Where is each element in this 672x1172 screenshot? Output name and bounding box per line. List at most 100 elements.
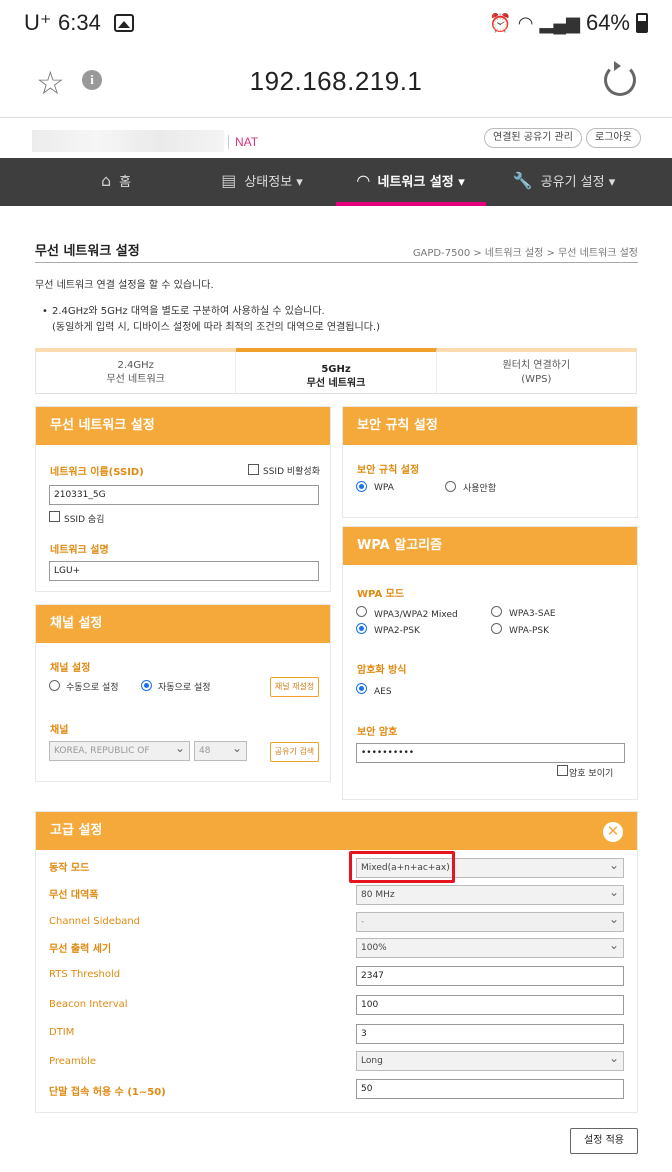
ssid-disable-label: SSID 비활성화: [263, 467, 320, 477]
nav-router-settings[interactable]: 🔧 공유기 설정 ▾: [502, 158, 626, 206]
breadcrumb: GAPD-7500 > 네트워크 설정 > 무선 네트워크 설정: [412, 248, 638, 259]
apply-settings-button[interactable]: 설정 적용: [570, 1128, 638, 1154]
bandwidth-select[interactable]: 80 MHz: [356, 883, 624, 905]
rts-threshold-input[interactable]: 2347: [356, 966, 624, 986]
wpa-psk-label: WPA-PSK: [509, 626, 549, 636]
page-content: 무선 네트워크 설정 GAPD-7500 > 네트워크 설정 > 무선 네트워크…: [0, 206, 672, 1172]
preamble-select[interactable]: Long: [356, 1049, 624, 1071]
ssid-input[interactable]: 210331_5G: [49, 485, 319, 505]
adv-label-beacon: Beacon Interval: [49, 999, 128, 1010]
tab-wps[interactable]: 원터치 연결하기 (WPS): [437, 352, 636, 393]
wpa-algorithm-panel: WPA 알고리즘 WPA 모드 WPA3/WPA2 Mixed WPA3-SAE…: [342, 526, 638, 800]
router-search-button[interactable]: 공유기 검색: [270, 742, 319, 762]
ssid-hide-label: SSID 숨김: [64, 515, 105, 525]
adv-label-mode: 동작 모드: [49, 863, 90, 874]
gallery-notification-icon: [114, 14, 134, 32]
home-icon: ⌂: [100, 171, 112, 190]
security-none-radio[interactable]: [445, 481, 456, 492]
wpa2-psk-label: WPA2-PSK: [374, 626, 420, 636]
dtim-input[interactable]: 3: [356, 1024, 624, 1044]
tab-5ghz[interactable]: 5GHz 무선 네트워크: [236, 348, 437, 393]
blurred-device-name: [32, 130, 224, 152]
channel-panel: 채널 설정 채널 설정 수동으로 설정 자동으로 설정 채널 재설정 채널 KO…: [35, 604, 331, 782]
adv-label-dtim: DTIM: [49, 1027, 75, 1038]
channel-label: 채널: [50, 725, 69, 736]
channel-manual-label: 수동으로 설정: [66, 683, 119, 693]
close-icon[interactable]: ✕: [603, 822, 623, 842]
carrier-label: U⁺: [24, 10, 52, 35]
channel-reset-button[interactable]: 채널 재설정: [270, 677, 319, 697]
adv-label-preamble: Preamble: [49, 1056, 97, 1067]
nav-home[interactable]: ⌂ 홈: [74, 158, 158, 206]
security-panel-header: 보안 규칙 설정: [343, 407, 637, 445]
channel-auto-radio[interactable]: [141, 680, 152, 691]
status-bar: U⁺ 6:34 ⏰ ◠ ▂▄▆ 64%: [0, 0, 672, 50]
channel-auto-label: 자동으로 설정: [158, 683, 211, 693]
security-rule-label: 보안 규칙 설정: [357, 465, 420, 476]
country-select[interactable]: KOREA, REPUBLIC OF: [49, 739, 190, 761]
channel-panel-header: 채널 설정: [36, 605, 330, 643]
adv-label-max-clients: 단말 접속 허용 수 (1~50): [49, 1087, 166, 1098]
wpa3-sae-radio[interactable]: [491, 606, 502, 617]
highlight-box: [349, 851, 455, 883]
adv-label-sideband: Channel Sideband: [49, 916, 141, 927]
title-divider: [35, 262, 638, 263]
wireless-panel-header: 무선 네트워크 설정: [36, 407, 330, 445]
wpa-panel-header: WPA 알고리즘: [343, 527, 637, 565]
password-input[interactable]: ••••••••••: [356, 743, 625, 763]
reload-icon[interactable]: [604, 61, 636, 96]
nav-network-settings[interactable]: ◠ 네트워크 설정 ▾: [336, 158, 486, 206]
max-clients-input[interactable]: 50: [356, 1079, 624, 1099]
router-header: NAT 연결된 공유기 관리 로그아웃: [0, 118, 672, 158]
adv-label-bandwidth: 무선 대역폭: [49, 890, 99, 901]
cell-signal-icon: ▂▄▆: [539, 12, 580, 33]
main-nav: ⌂ 홈 ▤ 상태정보 ▾ ◠ 네트워크 설정 ▾ 🔧 공유기 설정 ▾: [0, 158, 672, 206]
wireless-network-panel: 무선 네트워크 설정 네트워크 이름(SSID) SSID 비활성화 21033…: [35, 406, 331, 592]
battery-icon: [636, 13, 648, 33]
network-desc-input[interactable]: LGU+: [49, 561, 319, 581]
wrench-icon: 🔧: [512, 171, 533, 190]
band-tabs: 2.4GHz 무선 네트워크 5GHz 무선 네트워크 원터치 연결하기 (WPS): [35, 348, 637, 394]
alarm-icon: ⏰: [489, 12, 512, 33]
page-title: 무선 네트워크 설정: [35, 244, 140, 259]
encryption-label: 암호화 방식: [357, 665, 407, 676]
password-label: 보안 암호: [357, 727, 398, 738]
aes-radio[interactable]: [356, 683, 367, 694]
wifi-signal-icon: ◠: [517, 12, 534, 33]
clock: 6:34: [58, 10, 101, 35]
aes-label: AES: [374, 687, 392, 697]
security-wpa-radio[interactable]: [356, 481, 367, 492]
channel-select[interactable]: 48: [194, 739, 247, 761]
ssid-hide-checkbox[interactable]: [49, 511, 60, 522]
ssid-disable-checkbox[interactable]: [248, 464, 259, 475]
wifi-icon: ◠: [357, 171, 370, 190]
tab-2-4ghz[interactable]: 2.4GHz 무선 네트워크: [36, 352, 237, 393]
network-desc-label: 네트워크 설명: [50, 545, 109, 556]
wpa3-wpa2-mixed-radio[interactable]: [356, 606, 367, 617]
wpa3-wpa2-mixed-label: WPA3/WPA2 Mixed: [374, 610, 458, 620]
nav-status[interactable]: ▤ 상태정보 ▾: [206, 158, 318, 206]
document-icon: ▤: [221, 171, 237, 190]
beacon-interval-input[interactable]: 100: [356, 995, 624, 1015]
battery-percent: 64%: [585, 10, 630, 35]
url-text[interactable]: 192.168.219.1: [0, 66, 672, 97]
wpa2-psk-radio[interactable]: [356, 623, 367, 634]
wpa3-sae-label: WPA3-SAE: [509, 609, 556, 619]
channel-setting-label: 채널 설정: [50, 663, 91, 674]
logout-button[interactable]: 로그아웃: [586, 128, 641, 148]
page-description: 무선 네트워크 연결 설정을 할 수 있습니다.: [35, 280, 214, 291]
advanced-panel-header: 고급 설정 ✕: [36, 812, 637, 850]
connected-router-manage-button[interactable]: 연결된 공유기 관리: [484, 128, 582, 148]
band-note: 2.4GHz와 5GHz 대역을 별도로 구분하여 사용하실 수 있습니다. (…: [42, 304, 380, 336]
adv-label-rts: RTS Threshold: [49, 969, 121, 980]
ssid-label: 네트워크 이름(SSID): [50, 467, 144, 478]
wpa-psk-radio[interactable]: [491, 623, 502, 634]
show-password-label: 암호 보이기: [569, 769, 614, 779]
nat-mode-label: NAT: [228, 135, 258, 149]
sideband-select[interactable]: -: [356, 910, 624, 932]
show-password-checkbox[interactable]: [557, 765, 568, 776]
security-wpa-label: WPA: [374, 483, 394, 493]
browser-url-bar: ☆ i 192.168.219.1: [0, 50, 672, 118]
channel-manual-radio[interactable]: [49, 680, 60, 691]
tx-power-select[interactable]: 100%: [356, 936, 624, 958]
